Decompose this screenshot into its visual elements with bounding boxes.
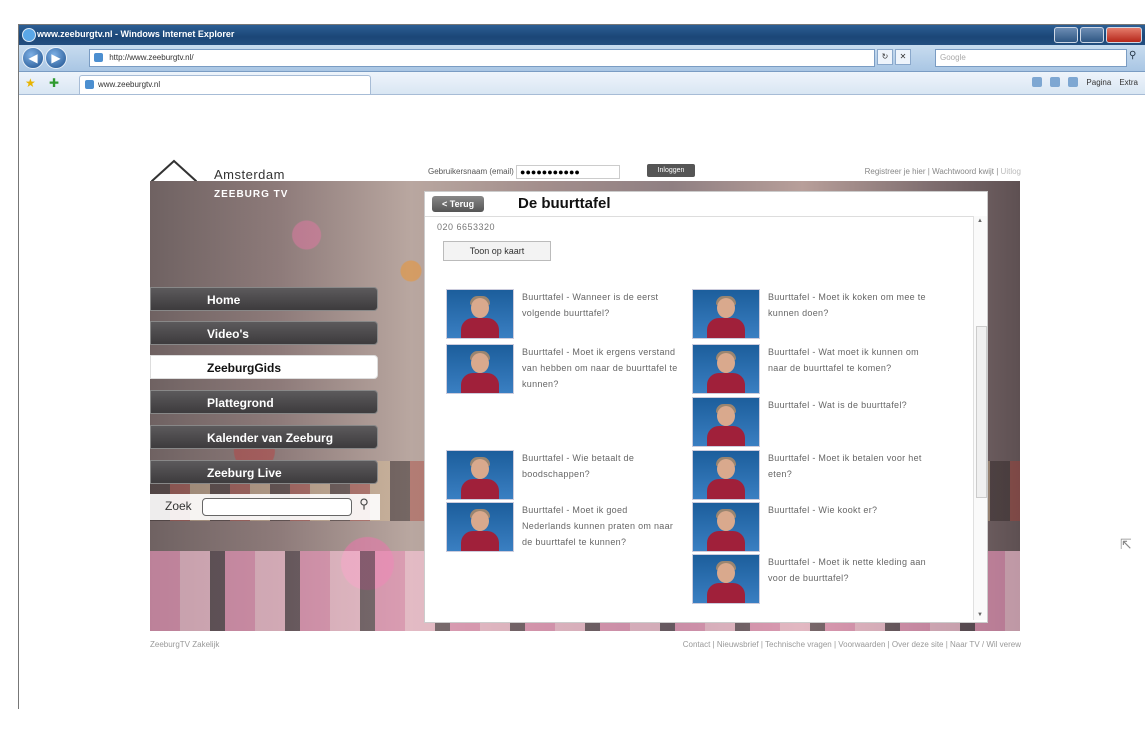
- video-title[interactable]: Buurttafel - Wat is de buurttafel?: [768, 397, 938, 413]
- home-icon[interactable]: [1032, 77, 1043, 87]
- video-thumbnail[interactable]: [692, 344, 760, 394]
- back-button[interactable]: < Terug: [432, 196, 485, 212]
- add-favorite-icon[interactable]: ✚: [49, 76, 59, 90]
- logo-brand: ZEEBURG TV: [214, 189, 289, 200]
- video-thumbnail[interactable]: [692, 289, 760, 339]
- content-panel: < Terug De buurttafel 020 6653320 Toon o…: [424, 191, 988, 623]
- favorites-star-icon[interactable]: ★: [25, 76, 36, 90]
- close-button[interactable]: [1106, 27, 1142, 43]
- back-arrow-icon[interactable]: ◀: [22, 47, 44, 69]
- stop-icon[interactable]: ✕: [895, 49, 911, 65]
- footer-business-link[interactable]: ZeeburgTV Zakelijk: [150, 640, 219, 649]
- site-search: Zoek ⚲: [150, 494, 380, 520]
- search-placeholder: Google: [940, 53, 966, 62]
- menu-item-kalender[interactable]: Kalender van Zeeburg: [150, 425, 378, 449]
- address-url: http://www.zeeburgtv.nl/: [109, 53, 194, 62]
- video-title[interactable]: Buurttafel - Wie betaalt de boodschappen…: [522, 450, 678, 482]
- video-thumbnail[interactable]: [446, 502, 514, 552]
- print-icon[interactable]: [1068, 77, 1079, 87]
- favorites-bar: ★ ✚ www.zeeburgtv.nl Pagina Extra: [19, 72, 1145, 95]
- search-icon[interactable]: ⚲: [1129, 50, 1136, 61]
- video-thumbnail[interactable]: [692, 554, 760, 604]
- magnifier-icon[interactable]: ⚲: [355, 496, 373, 516]
- refresh-icon[interactable]: ↻: [877, 49, 893, 65]
- logo-city: Amsterdam: [214, 167, 285, 182]
- tab-page-icon: [85, 80, 94, 89]
- video-thumbnail[interactable]: [446, 344, 514, 394]
- maximize-button[interactable]: [1080, 27, 1104, 43]
- ie-logo-icon: [22, 28, 36, 42]
- menu-item-plattegrond[interactable]: Plattegrond: [150, 390, 378, 414]
- page-content: Amsterdam Gebruikersnaam (email) Inlogge…: [19, 95, 1145, 709]
- video-title[interactable]: Buurttafel - Moet ik nette kleding aan v…: [768, 554, 938, 586]
- tools-menu[interactable]: Extra: [1119, 78, 1138, 87]
- address-tools: ↻ ✕: [877, 49, 911, 65]
- scroll-down-icon[interactable]: ▼: [977, 612, 983, 618]
- forward-arrow-icon[interactable]: ▶: [45, 47, 67, 69]
- browser-window: www.zeeburgtv.nl - Windows Internet Expl…: [18, 24, 1145, 709]
- logout-link[interactable]: Uitlog: [1001, 167, 1021, 176]
- video-title[interactable]: Buurttafel - Wat moet ik kunnen om naar …: [768, 344, 938, 376]
- video-title[interactable]: Buurttafel - Moet ik koken om mee te kun…: [768, 289, 938, 321]
- login-form: Gebruikersnaam (email): [428, 165, 621, 179]
- menu-item-videos[interactable]: Video's: [150, 321, 378, 345]
- mouse-cursor-icon: ⇱: [1120, 536, 1132, 552]
- tab-title: www.zeeburgtv.nl: [98, 80, 161, 89]
- navigation-bar: ◀ ▶ http://www.zeeburgtv.nl/ ↻ ✕ Google …: [19, 45, 1145, 72]
- title-bar: www.zeeburgtv.nl - Windows Internet Expl…: [19, 25, 1145, 45]
- menu-item-home[interactable]: Home: [150, 287, 378, 311]
- page-title: De buurttafel: [518, 195, 611, 212]
- password-field[interactable]: [516, 165, 621, 179]
- video-title[interactable]: Buurttafel - Wanneer is de eerst volgend…: [522, 289, 678, 321]
- forgot-password-link[interactable]: Wachtwoord kwijt: [932, 167, 994, 176]
- command-bar: Pagina Extra: [1032, 77, 1138, 87]
- show-on-map-button[interactable]: Toon op kaart: [443, 241, 551, 261]
- video-thumbnail[interactable]: [446, 450, 514, 500]
- window-title: www.zeeburgtv.nl - Windows Internet Expl…: [37, 29, 235, 39]
- window-controls: [1054, 27, 1142, 43]
- menu-item-zeeburggids[interactable]: ZeeburgGids: [150, 355, 378, 379]
- tab-zeeburgtv[interactable]: www.zeeburgtv.nl: [79, 75, 371, 94]
- menu-item-zeeburg-live[interactable]: Zeeburg Live: [150, 460, 378, 484]
- minimize-button[interactable]: [1054, 27, 1078, 43]
- page-menu[interactable]: Pagina: [1086, 78, 1111, 87]
- video-title[interactable]: Buurttafel - Moet ik ergens verstand van…: [522, 344, 678, 392]
- account-links: Registreer je hier | Wachtwoord kwijt | …: [864, 167, 1021, 176]
- video-thumbnail[interactable]: [446, 289, 514, 339]
- address-bar[interactable]: http://www.zeeburgtv.nl/: [89, 49, 875, 67]
- panel-header: < Terug De buurttafel: [425, 192, 987, 217]
- panel-scrollbar[interactable]: ▲ ▼: [973, 216, 987, 620]
- scroll-up-icon[interactable]: ▲: [977, 218, 983, 224]
- video-thumbnail[interactable]: [692, 450, 760, 500]
- page-icon: [94, 53, 103, 62]
- search-input[interactable]: Google: [935, 49, 1127, 67]
- feeds-icon[interactable]: [1050, 77, 1061, 87]
- video-thumbnail[interactable]: [692, 502, 760, 552]
- phone-number: 020 6653320: [437, 222, 496, 232]
- footer-links[interactable]: Contact | Nieuwsbrief | Technische vrage…: [519, 640, 1021, 649]
- video-thumbnail[interactable]: [692, 397, 760, 447]
- site-search-input[interactable]: [202, 498, 352, 516]
- username-label: Gebruikersnaam (email): [428, 167, 514, 177]
- video-title[interactable]: Buurttafel - Wie kookt er?: [768, 502, 938, 518]
- scrollbar-thumb[interactable]: [976, 326, 987, 498]
- search-label: Zoek: [165, 499, 192, 513]
- register-link[interactable]: Registreer je hier: [865, 167, 926, 176]
- video-title[interactable]: Buurttafel - Moet ik betalen voor het et…: [768, 450, 938, 482]
- login-button[interactable]: Inloggen: [647, 164, 695, 177]
- video-title[interactable]: Buurttafel - Moet ik goed Nederlands kun…: [522, 502, 678, 550]
